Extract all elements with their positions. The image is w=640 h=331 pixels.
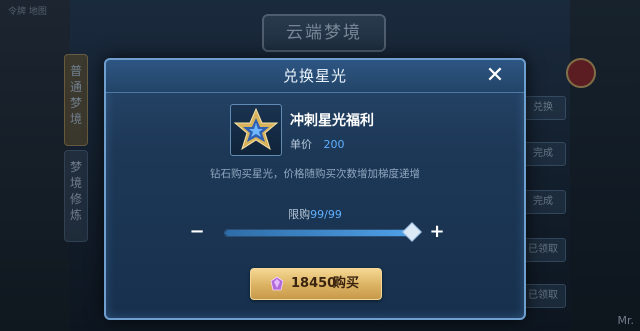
dialog-header: 兑换星光 ✕	[106, 60, 524, 93]
slider-thumb[interactable]	[402, 222, 422, 242]
background-right-button[interactable]: 已领取	[520, 284, 566, 308]
limit-value: 99/99	[310, 208, 342, 221]
exchange-starlight-dialog: 兑换星光 ✕ 冲刺星光福利 单价 200 钻石购买星光，价格随购买次数增加梯度递…	[104, 58, 526, 320]
buy-amount: 18450	[291, 276, 337, 291]
item-name: 冲刺星光福利	[290, 113, 374, 129]
diamond-icon	[270, 276, 284, 291]
background-tab-normal[interactable]: 普通梦境	[64, 54, 88, 146]
background-tab-training[interactable]: 梦境修炼	[64, 150, 88, 242]
star-badge-icon	[230, 104, 282, 156]
background-right-button[interactable]: 已领取	[520, 238, 566, 262]
background-badge-icon	[566, 58, 596, 88]
background-right-button[interactable]: 兑换	[520, 96, 566, 120]
price-row: 单价 200	[290, 136, 345, 152]
background-right-button[interactable]: 完成	[520, 190, 566, 214]
dialog-title: 兑换星光	[282, 67, 347, 85]
purchase-limit: 限购99/99	[106, 206, 524, 222]
background-left-panel	[0, 0, 70, 331]
close-icon[interactable]: ✕	[482, 63, 508, 89]
price-label: 单价	[290, 138, 312, 151]
background-top-text: 令牌 地图	[8, 7, 47, 17]
background-title: 云端梦境	[262, 14, 386, 52]
minus-icon[interactable]: −	[188, 223, 206, 241]
buy-label: 购买	[333, 276, 360, 291]
watermark: Mr.	[617, 314, 635, 327]
background-right-panel	[570, 0, 640, 331]
buy-button[interactable]: 18450 购买	[250, 268, 382, 300]
slider-fill	[225, 230, 411, 236]
purchase-description: 钻石购买星光，价格随购买次数增加梯度递增	[210, 168, 420, 180]
plus-icon[interactable]: +	[428, 223, 446, 241]
price-value: 200	[323, 138, 345, 151]
background-right-button[interactable]: 完成	[520, 142, 566, 166]
quantity-slider[interactable]	[224, 222, 422, 242]
limit-label: 限购	[288, 208, 311, 221]
